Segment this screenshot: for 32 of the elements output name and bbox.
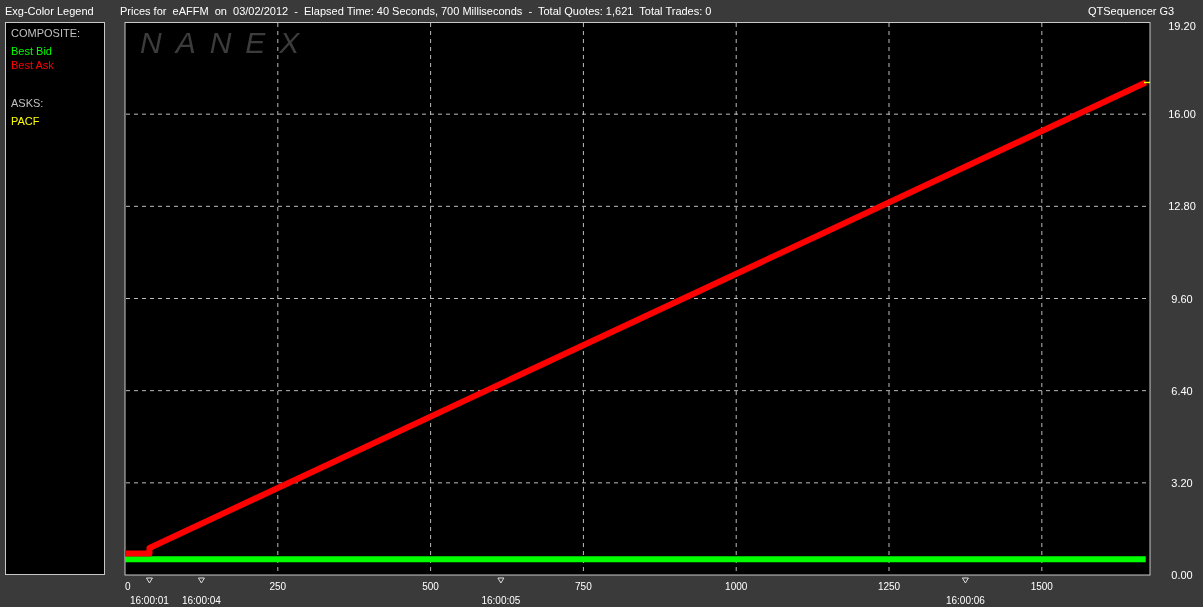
x-axis-label: 0 bbox=[125, 581, 131, 592]
x-axis-label: 500 bbox=[422, 581, 439, 592]
legend-item: Best Bid bbox=[11, 45, 53, 57]
time-marker-icon bbox=[497, 577, 505, 584]
legend-item: PACF bbox=[11, 115, 41, 127]
y-axis-label: 19.20 bbox=[1168, 22, 1196, 32]
time-marker-icon bbox=[145, 577, 153, 584]
y-axis-label: 16.00 bbox=[1168, 108, 1196, 121]
legend-title: Exg-Color Legend bbox=[4, 5, 95, 17]
x-axis-label: 1000 bbox=[725, 581, 748, 592]
x-axis-label: 750 bbox=[575, 581, 592, 592]
x-axis-label: 1250 bbox=[877, 581, 901, 592]
watermark-logo: NANEX bbox=[140, 26, 314, 59]
y-axis-label: 3.20 bbox=[1171, 476, 1193, 489]
time-label: 16:00:01 bbox=[130, 595, 169, 606]
legend-heading: ASKS: bbox=[11, 97, 45, 109]
x-axis-label: 250 bbox=[269, 581, 287, 592]
app-name: QTSequencer G3 bbox=[1088, 5, 1176, 17]
y-axis-label: 6.40 bbox=[1171, 384, 1193, 397]
time-marker-icon bbox=[197, 577, 205, 584]
price-marker bbox=[1143, 81, 1151, 84]
time-marker-icon bbox=[961, 577, 969, 584]
y-axis-label: 0.00 bbox=[1171, 569, 1193, 581]
legend-item: Best Ask bbox=[11, 59, 55, 71]
x-axis-label: 1500 bbox=[1030, 581, 1053, 592]
time-label: 16:00:06 bbox=[945, 595, 985, 606]
y-axis-label: 12.80 bbox=[1168, 200, 1196, 213]
time-label: 16:00:04 bbox=[181, 595, 221, 606]
y-axis-label: 9.60 bbox=[1171, 292, 1193, 305]
time-label: 16:00:05 bbox=[481, 595, 521, 606]
legend-heading: COMPOSITE: bbox=[11, 27, 82, 39]
chart-title: Prices for eAFFM on 03/02/2012 - Elapsed Time: 40 Seconds, 700 Milliseconds - Total Quotes: 1,621 Total Trades: 0 bbox=[120, 5, 713, 17]
